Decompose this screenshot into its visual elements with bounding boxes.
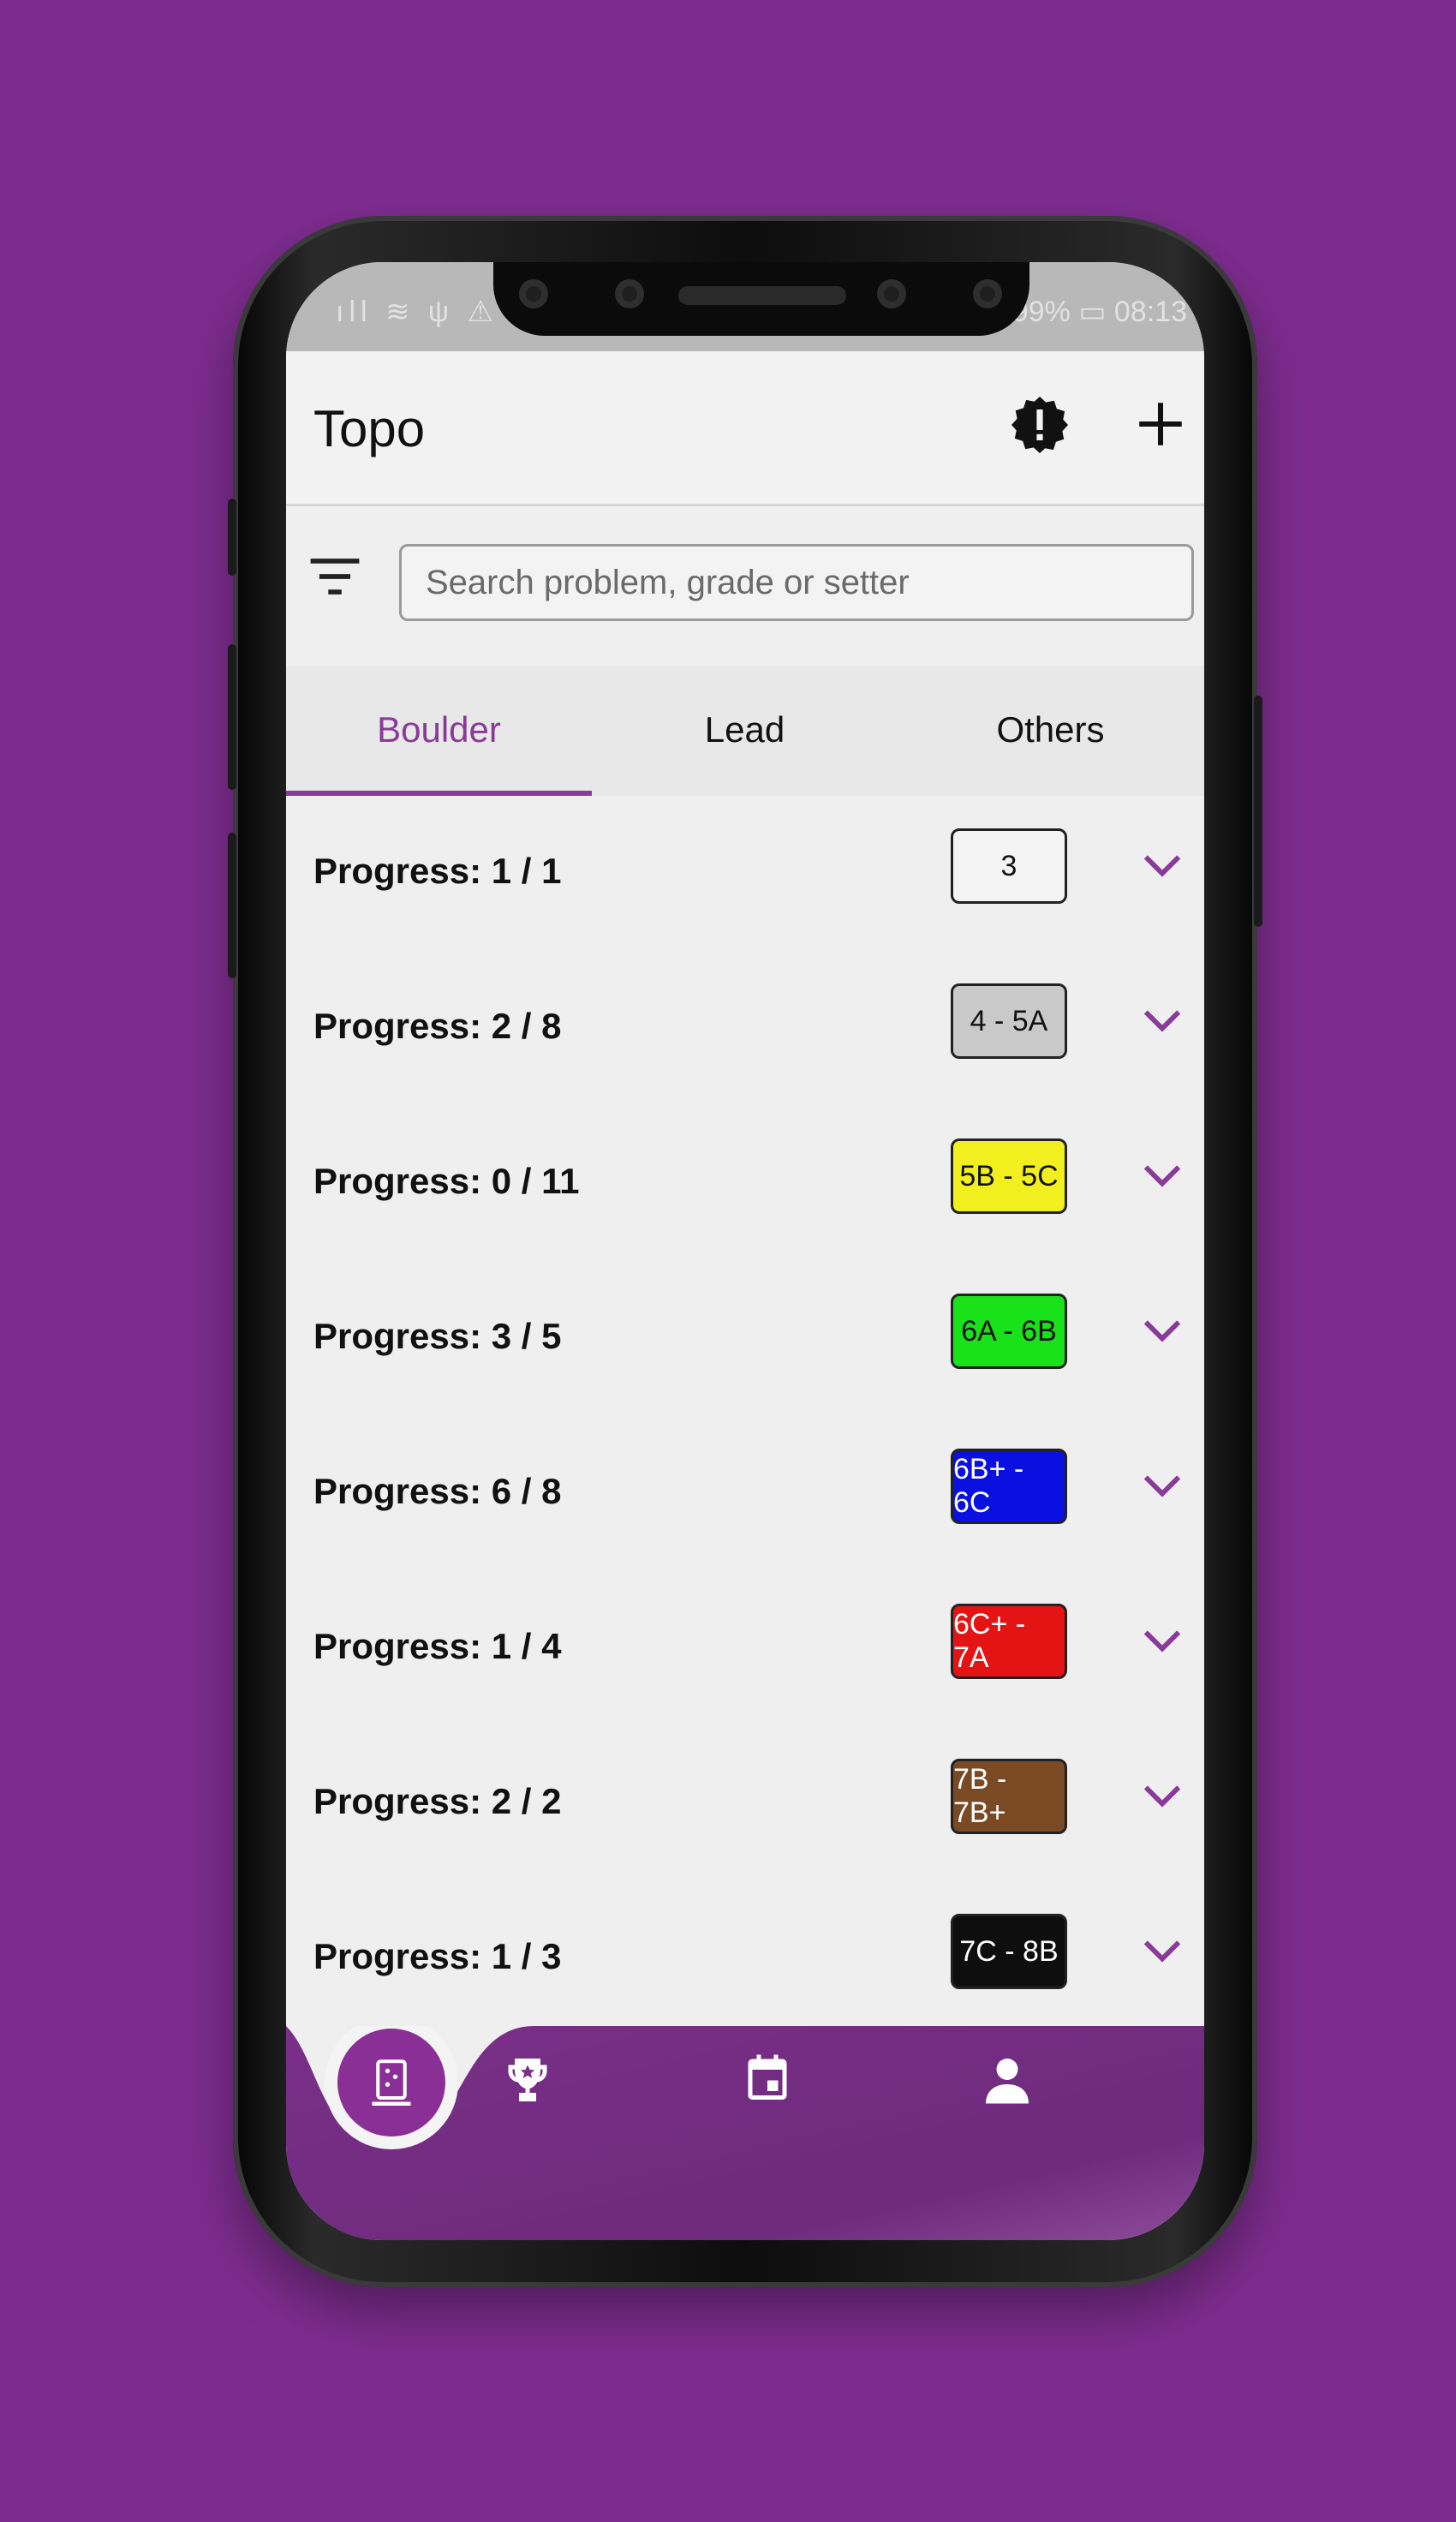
progress-text: Progress: 6 / 8: [313, 1471, 562, 1511]
phone-side-button: [228, 499, 236, 576]
grade-badge: 7B - 7B+: [951, 1759, 1067, 1834]
nav-topo-button[interactable]: [337, 2029, 445, 2137]
earpiece-speaker: [678, 286, 846, 305]
trophy-icon[interactable]: [502, 2054, 553, 2106]
phone-volume-down: [228, 833, 236, 978]
page-title: Topo: [313, 400, 426, 457]
camera-lens: [877, 279, 906, 308]
camera-lens: [519, 279, 548, 308]
list-item[interactable]: Progress: 3 / 5 6A - 6B: [286, 1261, 1204, 1416]
list-item[interactable]: Progress: 6 / 8 6B+ - 6C: [286, 1416, 1204, 1571]
progress-text: Progress: 1 / 1: [313, 851, 562, 891]
alert-badge-icon[interactable]: [1009, 394, 1071, 456]
chevron-down-icon[interactable]: [1143, 1938, 1182, 1963]
chevron-down-icon[interactable]: [1143, 1162, 1182, 1188]
camera-notch: [493, 262, 1029, 336]
phone-volume-up: [228, 644, 236, 790]
app-bar: Topo: [286, 351, 1204, 506]
screen: ıll ≋ ψ ⚠ 99% ▭ 08:13 Topo Search proble…: [286, 262, 1204, 2240]
sensor: [973, 279, 1002, 308]
grade-badge: 3: [951, 828, 1067, 904]
grade-badge: 7C - 8B: [951, 1914, 1067, 1989]
status-battery-time: 99% ▭ 08:13: [1011, 296, 1187, 328]
calendar-icon[interactable]: [742, 2053, 793, 2104]
tab-others[interactable]: Others: [898, 666, 1203, 796]
filter-icon[interactable]: [308, 554, 361, 599]
list-item[interactable]: Progress: 1 / 4 6C+ - 7A: [286, 1571, 1204, 1726]
plus-icon[interactable]: [1132, 396, 1189, 452]
tab-boulder[interactable]: Boulder: [286, 666, 592, 796]
chevron-down-icon[interactable]: [1143, 852, 1182, 878]
chevron-down-icon[interactable]: [1143, 1007, 1182, 1033]
tab-lead[interactable]: Lead: [592, 666, 898, 796]
search-input[interactable]: [399, 544, 1194, 621]
chevron-down-icon[interactable]: [1143, 1473, 1182, 1498]
profile-icon[interactable]: [982, 2054, 1033, 2106]
tab-bar: Boulder Lead Others: [286, 666, 1204, 796]
progress-text: Progress: 2 / 2: [313, 1781, 562, 1821]
phone-power-button: [1254, 696, 1262, 927]
grade-badge: 5B - 5C: [951, 1138, 1067, 1214]
chevron-down-icon[interactable]: [1143, 1628, 1182, 1653]
topo-icon: [372, 2059, 411, 2106]
search-row: [286, 506, 1204, 666]
progress-text: Progress: 1 / 3: [313, 1936, 562, 1976]
list-item[interactable]: Progress: 1 / 1 3: [286, 796, 1204, 951]
list-item[interactable]: Progress: 2 / 2 7B - 7B+: [286, 1726, 1204, 1881]
grade-badge: 6B+ - 6C: [951, 1449, 1067, 1524]
bottom-navigation: [286, 2026, 1204, 2240]
chevron-down-icon[interactable]: [1143, 1783, 1182, 1808]
list-item[interactable]: Progress: 2 / 8 4 - 5A: [286, 951, 1204, 1106]
status-icons: ıll ≋ ψ ⚠: [336, 296, 499, 328]
grade-badge: 4 - 5A: [951, 983, 1067, 1059]
progress-text: Progress: 0 / 11: [313, 1161, 580, 1201]
progress-text: Progress: 2 / 8: [313, 1006, 562, 1046]
progress-text: Progress: 3 / 5: [313, 1316, 562, 1356]
list-item[interactable]: Progress: 1 / 3 7C - 8B: [286, 1881, 1204, 2036]
chevron-down-icon[interactable]: [1143, 1318, 1182, 1343]
list-item[interactable]: Progress: 0 / 11 5B - 5C: [286, 1106, 1204, 1261]
grade-badge: 6A - 6B: [951, 1294, 1067, 1369]
phone-frame: ıll ≋ ψ ⚠ 99% ▭ 08:13 Topo Search proble…: [228, 216, 1262, 2287]
grade-badge: 6C+ - 7A: [951, 1604, 1067, 1679]
progress-text: Progress: 1 / 4: [313, 1626, 562, 1666]
sensor: [615, 279, 644, 308]
